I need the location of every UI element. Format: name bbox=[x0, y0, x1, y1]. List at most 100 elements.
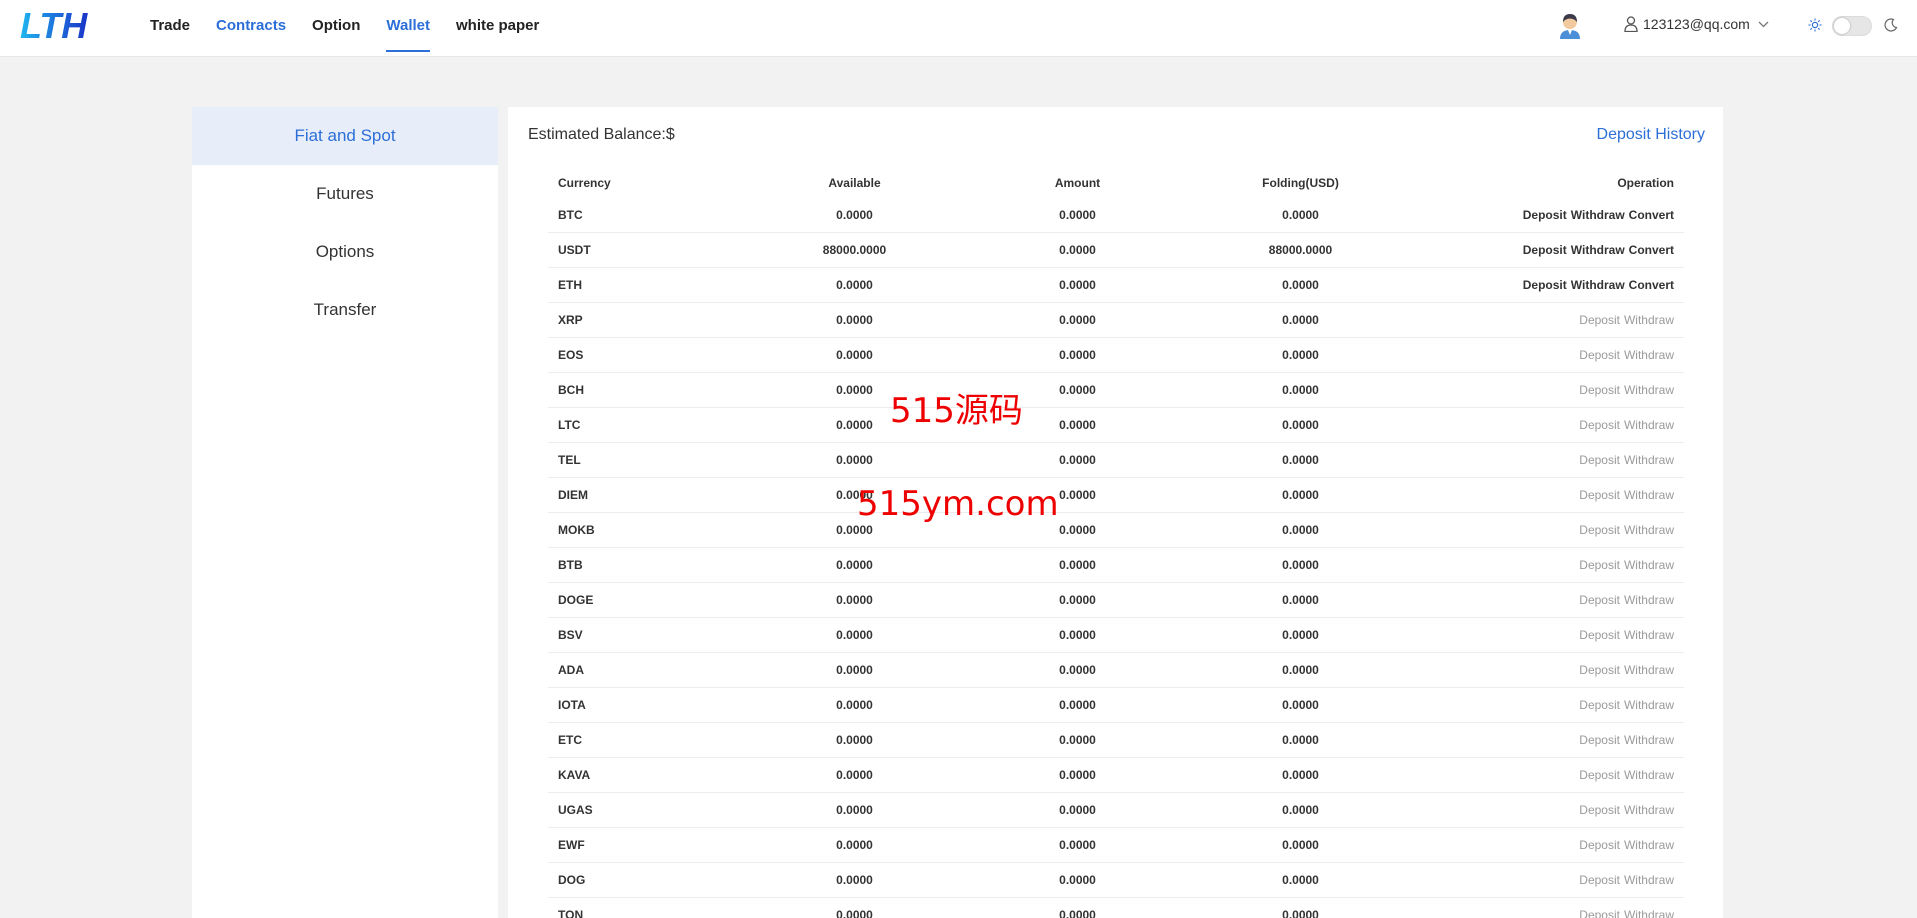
nav-contracts[interactable]: Contracts bbox=[216, 0, 286, 52]
withdraw-button[interactable]: Withdraw bbox=[1624, 348, 1674, 362]
folding-cell: 0.0000 bbox=[1282, 593, 1319, 607]
sidebar-item-futures[interactable]: Futures bbox=[192, 165, 498, 223]
withdraw-button[interactable]: Withdraw bbox=[1624, 663, 1674, 677]
avatar-icon[interactable] bbox=[1558, 13, 1582, 39]
table-row: EOS 0.0000 0.0000 0.0000 Deposit Withdraw bbox=[548, 338, 1684, 373]
deposit-button[interactable]: Deposit bbox=[1523, 243, 1567, 257]
withdraw-button[interactable]: Withdraw bbox=[1624, 593, 1674, 607]
withdraw-button[interactable]: Withdraw bbox=[1624, 873, 1674, 887]
withdraw-button[interactable]: Withdraw bbox=[1624, 488, 1674, 502]
folding-cell: 0.0000 bbox=[1282, 803, 1319, 817]
chevron-down-icon bbox=[1758, 21, 1769, 27]
withdraw-button[interactable]: Withdraw bbox=[1624, 453, 1674, 467]
amount-cell: 0.0000 bbox=[1059, 663, 1096, 677]
operation-cell: Deposit Withdraw Convert bbox=[1437, 243, 1684, 257]
currency-cell: MOKB bbox=[558, 523, 595, 537]
table-row: DOG 0.0000 0.0000 0.0000 Deposit Withdraw bbox=[548, 863, 1684, 898]
logo[interactable]: LTH bbox=[20, 8, 100, 44]
currency-cell: DIEM bbox=[558, 488, 588, 502]
currency-cell: EOS bbox=[558, 348, 584, 362]
sidebar-item-options[interactable]: Options bbox=[192, 223, 498, 281]
withdraw-button[interactable]: Withdraw bbox=[1571, 208, 1625, 222]
withdraw-button[interactable]: Withdraw bbox=[1624, 558, 1674, 572]
folding-cell: 0.0000 bbox=[1282, 208, 1319, 222]
theme-toggle[interactable] bbox=[1832, 16, 1872, 36]
available-cell: 0.0000 bbox=[836, 593, 873, 607]
sidebar-item-transfer[interactable]: Transfer bbox=[192, 281, 498, 339]
operation-cell: Deposit Withdraw bbox=[1437, 803, 1684, 817]
deposit-button[interactable]: Deposit bbox=[1579, 698, 1620, 712]
table-row: DOGE 0.0000 0.0000 0.0000 Deposit Withdraw bbox=[548, 583, 1684, 618]
convert-button[interactable]: Convert bbox=[1629, 243, 1674, 257]
deposit-button[interactable]: Deposit bbox=[1579, 453, 1620, 467]
nav-option[interactable]: Option bbox=[312, 0, 360, 52]
deposit-button[interactable]: Deposit bbox=[1523, 208, 1567, 222]
deposit-button[interactable]: Deposit bbox=[1579, 488, 1620, 502]
folding-cell: 0.0000 bbox=[1282, 383, 1319, 397]
withdraw-button[interactable]: Withdraw bbox=[1571, 243, 1625, 257]
withdraw-button[interactable]: Withdraw bbox=[1624, 523, 1674, 537]
nav-wallet[interactable]: Wallet bbox=[386, 0, 430, 52]
table-row: TON 0.0000 0.0000 0.0000 Deposit Withdraw bbox=[548, 898, 1684, 918]
nav-trade[interactable]: Trade bbox=[150, 0, 190, 52]
deposit-button[interactable]: Deposit bbox=[1579, 348, 1620, 362]
folding-cell: 0.0000 bbox=[1282, 348, 1319, 362]
deposit-button[interactable]: Deposit bbox=[1579, 803, 1620, 817]
deposit-button[interactable]: Deposit bbox=[1579, 593, 1620, 607]
withdraw-button[interactable]: Withdraw bbox=[1624, 733, 1674, 747]
deposit-button[interactable]: Deposit bbox=[1579, 523, 1620, 537]
deposit-button[interactable]: Deposit bbox=[1579, 663, 1620, 677]
col-folding: Folding(USD) bbox=[1262, 176, 1339, 190]
table-row: BTC 0.0000 0.0000 0.0000 Deposit Withdraw Conv… bbox=[548, 198, 1684, 233]
deposit-button[interactable]: Deposit bbox=[1579, 733, 1620, 747]
withdraw-button[interactable]: Withdraw bbox=[1624, 838, 1674, 852]
col-available: Available bbox=[828, 176, 881, 190]
amount-cell: 0.0000 bbox=[1059, 453, 1096, 467]
currency-cell: EWF bbox=[558, 838, 585, 852]
deposit-history-link[interactable]: Deposit History bbox=[1597, 126, 1705, 144]
deposit-button[interactable]: Deposit bbox=[1579, 628, 1620, 642]
table-body: BTC 0.0000 0.0000 0.0000 Deposit Withdraw Conv… bbox=[548, 198, 1684, 918]
folding-cell: 88000.0000 bbox=[1268, 243, 1333, 257]
amount-cell: 0.0000 bbox=[1059, 768, 1096, 782]
deposit-button[interactable]: Deposit bbox=[1579, 313, 1620, 327]
sidebar-item-fiat-and-spot[interactable]: Fiat and Spot bbox=[192, 107, 498, 165]
user-icon bbox=[1624, 16, 1638, 32]
withdraw-button[interactable]: Withdraw bbox=[1624, 803, 1674, 817]
deposit-button[interactable]: Deposit bbox=[1579, 558, 1620, 572]
nav-white-paper[interactable]: white paper bbox=[456, 0, 539, 52]
convert-button[interactable]: Convert bbox=[1629, 208, 1674, 222]
user-menu[interactable]: 123123@qq.com bbox=[1624, 16, 1774, 32]
currency-cell: TEL bbox=[558, 453, 581, 467]
folding-cell: 0.0000 bbox=[1282, 733, 1319, 747]
currency-cell: UGAS bbox=[558, 803, 593, 817]
operation-cell: Deposit Withdraw bbox=[1437, 663, 1684, 677]
operation-cell: Deposit Withdraw Convert bbox=[1437, 278, 1684, 292]
available-cell: 0.0000 bbox=[836, 733, 873, 747]
withdraw-button[interactable]: Withdraw bbox=[1624, 628, 1674, 642]
deposit-button[interactable]: Deposit bbox=[1523, 278, 1567, 292]
deposit-button[interactable]: Deposit bbox=[1579, 768, 1620, 782]
amount-cell: 0.0000 bbox=[1059, 803, 1096, 817]
withdraw-button[interactable]: Withdraw bbox=[1624, 418, 1674, 432]
available-cell: 0.0000 bbox=[836, 873, 873, 887]
amount-cell: 0.0000 bbox=[1059, 348, 1096, 362]
deposit-button[interactable]: Deposit bbox=[1579, 908, 1620, 918]
table-row: BTB 0.0000 0.0000 0.0000 Deposit Withdraw bbox=[548, 548, 1684, 583]
deposit-button[interactable]: Deposit bbox=[1579, 838, 1620, 852]
withdraw-button[interactable]: Withdraw bbox=[1571, 278, 1625, 292]
withdraw-button[interactable]: Withdraw bbox=[1624, 768, 1674, 782]
deposit-button[interactable]: Deposit bbox=[1579, 873, 1620, 887]
withdraw-button[interactable]: Withdraw bbox=[1624, 383, 1674, 397]
operation-cell: Deposit Withdraw bbox=[1437, 838, 1684, 852]
deposit-button[interactable]: Deposit bbox=[1579, 383, 1620, 397]
withdraw-button[interactable]: Withdraw bbox=[1624, 313, 1674, 327]
available-cell: 0.0000 bbox=[836, 348, 873, 362]
folding-cell: 0.0000 bbox=[1282, 838, 1319, 852]
deposit-button[interactable]: Deposit bbox=[1579, 418, 1620, 432]
withdraw-button[interactable]: Withdraw bbox=[1624, 698, 1674, 712]
amount-cell: 0.0000 bbox=[1059, 698, 1096, 712]
amount-cell: 0.0000 bbox=[1059, 908, 1096, 918]
convert-button[interactable]: Convert bbox=[1629, 278, 1674, 292]
withdraw-button[interactable]: Withdraw bbox=[1624, 908, 1674, 918]
